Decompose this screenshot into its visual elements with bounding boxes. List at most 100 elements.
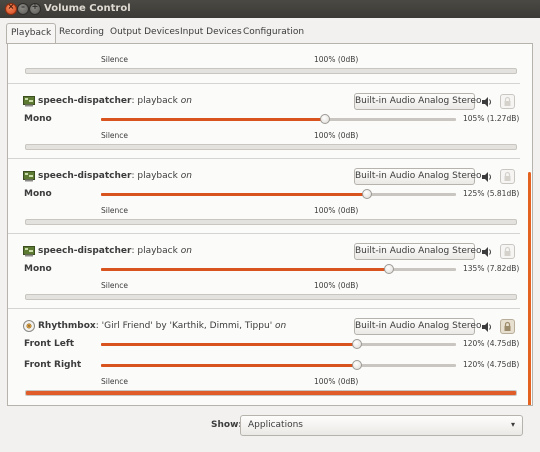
- stream-state: on: [180, 246, 192, 256]
- lock-icon: [504, 321, 511, 331]
- volume-control-window: × – + Volume Control Playback Recording …: [0, 0, 540, 452]
- hundred-percent-label: 100% (0dB): [314, 377, 359, 386]
- tab-output-devices[interactable]: Output Devices: [106, 23, 184, 43]
- stream-title: speech-dispatcher: playback on: [38, 96, 192, 106]
- peak-meter: [25, 144, 517, 150]
- stream-app-name: speech-dispatcher: [38, 171, 132, 181]
- volume-slider-track[interactable]: [101, 189, 456, 199]
- stream-title: speech-dispatcher: playback on: [38, 171, 192, 181]
- title-bar: × – + Volume Control: [0, 0, 540, 18]
- stream-separator: [8, 158, 520, 159]
- silence-label: Silence: [101, 206, 129, 215]
- volume-slider-knob[interactable]: [351, 360, 362, 370]
- volume-slider-fill: [101, 268, 389, 271]
- show-filter-dropdown[interactable]: Applications ▾: [240, 415, 523, 436]
- scrollbar[interactable]: [528, 172, 531, 405]
- lock-icon: [504, 246, 511, 256]
- stream-state: on: [180, 171, 192, 181]
- silence-label: Silence: [101, 377, 129, 386]
- minimize-window-button[interactable]: –: [17, 2, 29, 15]
- stream-title: speech-dispatcher: playback on: [38, 246, 192, 256]
- channel-label-mono: Mono: [24, 189, 52, 199]
- lock-channels-button[interactable]: [500, 319, 515, 334]
- output-device-button[interactable]: Built-in Audio Analog Stereo: [354, 168, 481, 185]
- hundred-percent-label: 100% (0dB): [314, 131, 359, 140]
- stream-state: on: [180, 96, 192, 106]
- volume-value: 120% (4.75dB): [463, 339, 520, 348]
- lock-channels-button[interactable]: [500, 244, 515, 259]
- hundred-percent-label: 100% (0dB): [314, 206, 359, 215]
- volume-slider-knob[interactable]: [319, 114, 330, 124]
- speaker-mute-icon[interactable]: [481, 246, 493, 258]
- speech-dispatcher-icon: [23, 96, 35, 107]
- speaker-mute-icon[interactable]: [481, 96, 493, 108]
- channel-label-mono: Mono: [24, 114, 52, 124]
- silence-label: Silence: [101, 131, 129, 140]
- window-title: Volume Control: [44, 3, 131, 14]
- silence-label: Silence: [101, 55, 129, 64]
- output-device-button[interactable]: Built-in Audio Analog Stereo: [354, 318, 481, 335]
- lock-icon: [504, 171, 511, 181]
- volume-slider-fill: [101, 118, 325, 121]
- channel-label-front-left: Front Left: [24, 339, 75, 349]
- stream-description: : playback: [131, 171, 181, 181]
- volume-value: 135% (7.82dB): [463, 264, 520, 273]
- close-window-button[interactable]: ×: [5, 2, 17, 15]
- volume-slider-track[interactable]: [101, 114, 456, 124]
- volume-slider-fill: [101, 343, 357, 346]
- volume-slider-knob[interactable]: [383, 264, 394, 274]
- stream-app-name: speech-dispatcher: [38, 96, 132, 106]
- speaker-mute-icon[interactable]: [481, 171, 493, 183]
- volume-slider-track[interactable]: [101, 264, 456, 274]
- volume-slider-track[interactable]: [101, 360, 456, 370]
- volume-slider-track[interactable]: [101, 339, 456, 349]
- stream-title: Rhythmbox: 'Girl Friend' by 'Karthik, Di…: [38, 321, 286, 331]
- minimize-icon: –: [21, 2, 25, 11]
- hundred-percent-label: 100% (0dB): [314, 55, 359, 64]
- hundred-percent-label: 100% (0dB): [314, 281, 359, 290]
- show-filter-value: Applications: [248, 420, 303, 430]
- volume-slider-fill: [101, 193, 368, 196]
- stream-separator: [8, 308, 520, 309]
- tab-playback[interactable]: Playback: [6, 23, 57, 44]
- maximize-icon: +: [31, 2, 39, 11]
- silence-label: Silence: [101, 281, 129, 290]
- volume-value: 120% (4.75dB): [463, 360, 520, 369]
- stream-app-name: Rhythmbox: [38, 321, 96, 331]
- stream-description: : playback: [131, 96, 181, 106]
- speech-dispatcher-icon: [23, 246, 35, 257]
- close-icon: ×: [7, 2, 15, 11]
- volume-value: 125% (5.81dB): [463, 189, 520, 198]
- rhythmbox-icon: [23, 320, 35, 332]
- stream-description: : playback: [131, 246, 181, 256]
- output-device-button[interactable]: Built-in Audio Analog Stereo: [354, 243, 481, 260]
- volume-slider-fill: [101, 364, 357, 367]
- volume-value: 105% (1.27dB): [463, 114, 520, 123]
- stream-separator: [8, 83, 520, 84]
- stream-state: on: [275, 321, 287, 331]
- peak-meter: [25, 294, 517, 300]
- volume-slider-knob[interactable]: [362, 189, 373, 199]
- maximize-window-button[interactable]: +: [29, 2, 41, 15]
- tab-configuration[interactable]: Configuration: [239, 23, 308, 43]
- peak-meter: [25, 219, 517, 225]
- peak-meter: [25, 390, 517, 396]
- lock-channels-button[interactable]: [500, 94, 515, 109]
- tab-input-devices[interactable]: Input Devices: [176, 23, 246, 43]
- show-label: Show:: [211, 420, 242, 430]
- channel-label-front-right: Front Right: [24, 360, 82, 370]
- speech-dispatcher-icon: [23, 171, 35, 182]
- speaker-mute-icon[interactable]: [481, 321, 493, 333]
- lock-channels-button[interactable]: [500, 169, 515, 184]
- tab-recording[interactable]: Recording: [55, 23, 108, 43]
- channel-label-mono: Mono: [24, 264, 52, 274]
- stream-separator: [8, 233, 520, 234]
- peak-meter: [25, 68, 517, 74]
- volume-slider-knob[interactable]: [351, 339, 362, 349]
- lock-icon: [504, 96, 511, 106]
- output-device-button[interactable]: Built-in Audio Analog Stereo: [354, 93, 481, 110]
- chevron-down-icon: ▾: [510, 420, 515, 429]
- stream-app-name: speech-dispatcher: [38, 246, 132, 256]
- stream-description: : 'Girl Friend' by 'Karthik, Dimmi, Tipp…: [95, 321, 276, 331]
- peak-meter-fill: [26, 391, 516, 395]
